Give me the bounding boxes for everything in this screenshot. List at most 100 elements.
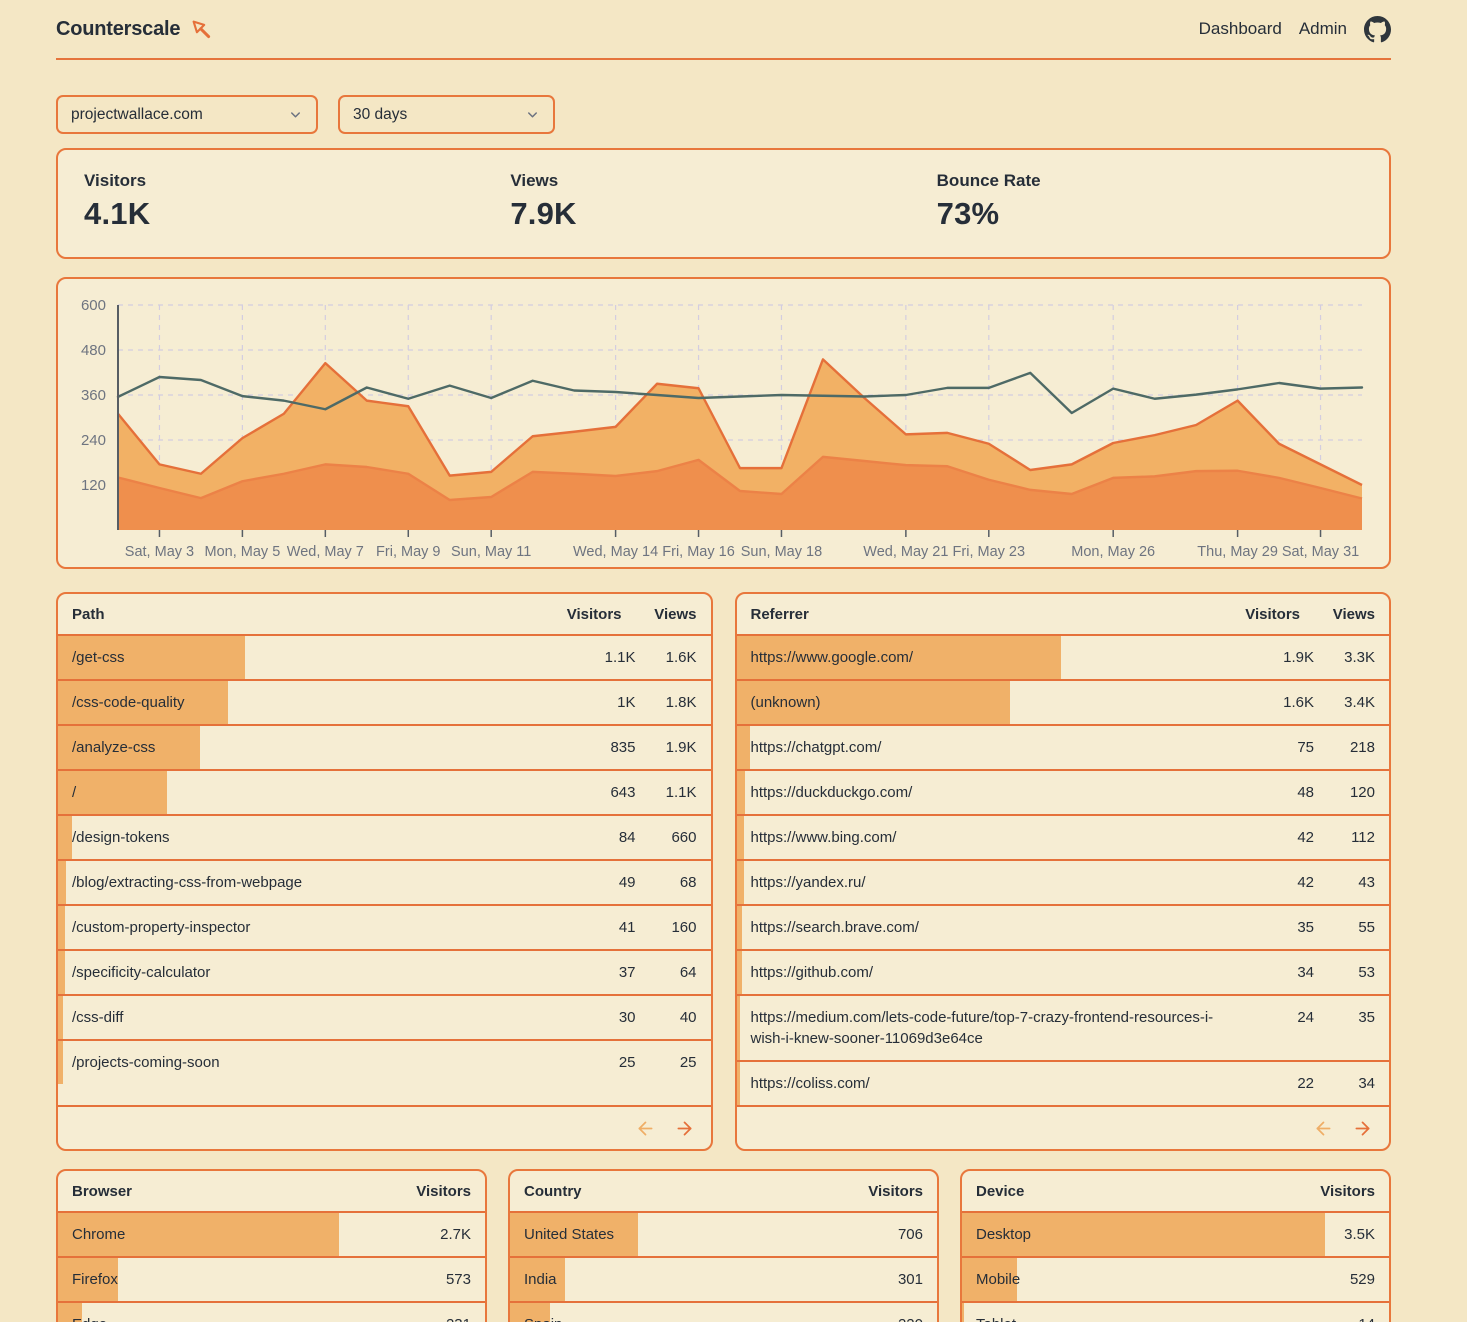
table-row[interactable]: https://www.google.com/1.9K3.3K xyxy=(737,634,1390,679)
col-browser: Browser xyxy=(72,1183,381,1200)
row-label: Firefox xyxy=(58,1258,410,1301)
row-label: /blog/extracting-css-from-webpage xyxy=(58,861,546,904)
traffic-chart-card: 120240360480600Sat, May 3Mon, May 5Wed, … xyxy=(56,277,1391,569)
table-row[interactable]: https://yandex.ru/4243 xyxy=(737,859,1390,904)
table-row[interactable]: Edge231 xyxy=(58,1301,485,1322)
table-row[interactable]: /css-code-quality1K1.8K xyxy=(58,679,711,724)
table-row[interactable]: Chrome2.7K xyxy=(58,1211,485,1256)
row-visitors: 41 xyxy=(546,906,636,949)
prev-page-button[interactable] xyxy=(635,1118,656,1139)
table-header: Device Visitors xyxy=(962,1171,1389,1211)
table-row[interactable]: (unknown)1.6K3.4K xyxy=(737,679,1390,724)
table-row[interactable]: /analyze-css8351.9K xyxy=(58,724,711,769)
row-views: 120 xyxy=(1314,771,1389,814)
table-row[interactable]: /css-diff3040 xyxy=(58,994,711,1039)
svg-text:Mon, May 26: Mon, May 26 xyxy=(1071,544,1155,560)
svg-text:Wed, May 14: Wed, May 14 xyxy=(573,544,658,560)
date-range-select[interactable]: 30 days xyxy=(338,95,555,134)
arrow-left-icon xyxy=(1313,1118,1334,1139)
table-row[interactable]: Spain220 xyxy=(510,1301,937,1322)
row-label: https://search.brave.com/ xyxy=(737,906,1225,949)
row-label: United States xyxy=(510,1213,862,1256)
row-views: 1.6K xyxy=(636,636,711,679)
table-row[interactable]: India301 xyxy=(510,1256,937,1301)
row-visitors: 22 xyxy=(1224,1062,1314,1105)
arrow-left-icon xyxy=(635,1118,656,1139)
svg-text:Fri, May 16: Fri, May 16 xyxy=(662,544,735,560)
svg-text:Wed, May 7: Wed, May 7 xyxy=(287,544,364,560)
row-label: /specificity-calculator xyxy=(58,951,546,994)
cursor-arrow-icon xyxy=(189,17,213,41)
table-row[interactable]: Firefox573 xyxy=(58,1256,485,1301)
referrer-table: Referrer Visitors Views https://www.goog… xyxy=(735,592,1392,1151)
stat-label: Views xyxy=(510,171,936,191)
site-select[interactable]: projectwallace.com xyxy=(56,95,318,134)
row-views: 64 xyxy=(636,951,711,994)
row-visitors: 706 xyxy=(862,1213,937,1256)
table-row[interactable]: /6431.1K xyxy=(58,769,711,814)
table-row[interactable]: /specificity-calculator3764 xyxy=(58,949,711,994)
svg-text:240: 240 xyxy=(81,432,106,449)
row-visitors: 2.7K xyxy=(410,1213,485,1256)
col-device: Device xyxy=(976,1183,1285,1200)
row-visitors: 529 xyxy=(1314,1258,1389,1301)
row-visitors: 49 xyxy=(546,861,636,904)
row-views: 660 xyxy=(636,816,711,859)
nav-admin[interactable]: Admin xyxy=(1299,19,1347,39)
table-row[interactable]: https://chatgpt.com/75218 xyxy=(737,724,1390,769)
github-icon xyxy=(1364,16,1391,43)
table-row[interactable]: /blog/extracting-css-from-webpage4968 xyxy=(58,859,711,904)
header-nav: Dashboard Admin xyxy=(1199,16,1391,43)
table-row[interactable]: /design-tokens84660 xyxy=(58,814,711,859)
row-label: /css-code-quality xyxy=(58,681,546,724)
next-page-button[interactable] xyxy=(1352,1118,1373,1139)
table-row[interactable]: /get-css1.1K1.6K xyxy=(58,634,711,679)
table-row[interactable]: /projects-coming-soon2525 xyxy=(58,1039,711,1084)
browser-table: Browser Visitors Chrome2.7K Firefox573 E… xyxy=(56,1169,487,1322)
arrow-right-icon xyxy=(674,1118,695,1139)
row-views: 25 xyxy=(636,1041,711,1084)
row-visitors: 37 xyxy=(546,951,636,994)
table-row[interactable]: https://medium.com/lets-code-future/top-… xyxy=(737,994,1390,1060)
logo[interactable]: Counterscale xyxy=(56,17,213,41)
svg-text:480: 480 xyxy=(81,342,106,359)
table-row[interactable]: https://duckduckgo.com/48120 xyxy=(737,769,1390,814)
country-table: Country Visitors United States706 India3… xyxy=(508,1169,939,1322)
row-visitors: 24 xyxy=(1224,996,1314,1039)
row-views: 68 xyxy=(636,861,711,904)
svg-text:120: 120 xyxy=(81,477,106,494)
nav-dashboard[interactable]: Dashboard xyxy=(1199,19,1282,39)
row-label: /design-tokens xyxy=(58,816,546,859)
table-header: Path Visitors Views xyxy=(58,594,711,634)
table-row[interactable]: Mobile529 xyxy=(962,1256,1389,1301)
path-table: Path Visitors Views /get-css1.1K1.6K /cs… xyxy=(56,592,713,1151)
stat-visitors: Visitors 4.1K xyxy=(84,171,510,232)
next-page-button[interactable] xyxy=(674,1118,695,1139)
col-path: Path xyxy=(72,606,532,623)
row-label: https://www.google.com/ xyxy=(737,636,1225,679)
row-visitors: 25 xyxy=(546,1041,636,1084)
row-visitors: 1.9K xyxy=(1224,636,1314,679)
table-row[interactable]: https://www.bing.com/42112 xyxy=(737,814,1390,859)
table-row[interactable]: https://search.brave.com/3555 xyxy=(737,904,1390,949)
device-table: Device Visitors Desktop3.5K Mobile529 Ta… xyxy=(960,1169,1391,1322)
row-visitors: 220 xyxy=(862,1303,937,1322)
traffic-area-chart: 120240360480600Sat, May 3Mon, May 5Wed, … xyxy=(58,279,1389,567)
breakdown-tables: Path Visitors Views /get-css1.1K1.6K /cs… xyxy=(56,592,1391,1151)
row-label: Chrome xyxy=(58,1213,410,1256)
table-row[interactable]: Desktop3.5K xyxy=(962,1211,1389,1256)
row-views: 1.9K xyxy=(636,726,711,769)
stat-value: 4.1K xyxy=(84,196,510,232)
table-row[interactable]: /custom-property-inspector41160 xyxy=(58,904,711,949)
stat-label: Visitors xyxy=(84,171,510,191)
table-header: Country Visitors xyxy=(510,1171,937,1211)
prev-page-button[interactable] xyxy=(1313,1118,1334,1139)
svg-text:Sat, May 3: Sat, May 3 xyxy=(125,544,194,560)
table-row[interactable]: https://github.com/3453 xyxy=(737,949,1390,994)
svg-text:Thu, May 29: Thu, May 29 xyxy=(1197,544,1278,560)
table-row[interactable]: United States706 xyxy=(510,1211,937,1256)
table-row[interactable]: Tablet14 xyxy=(962,1301,1389,1322)
table-row[interactable]: https://coliss.com/2234 xyxy=(737,1060,1390,1105)
stats-card: Visitors 4.1K Views 7.9K Bounce Rate 73% xyxy=(56,148,1391,259)
github-link[interactable] xyxy=(1364,16,1391,43)
